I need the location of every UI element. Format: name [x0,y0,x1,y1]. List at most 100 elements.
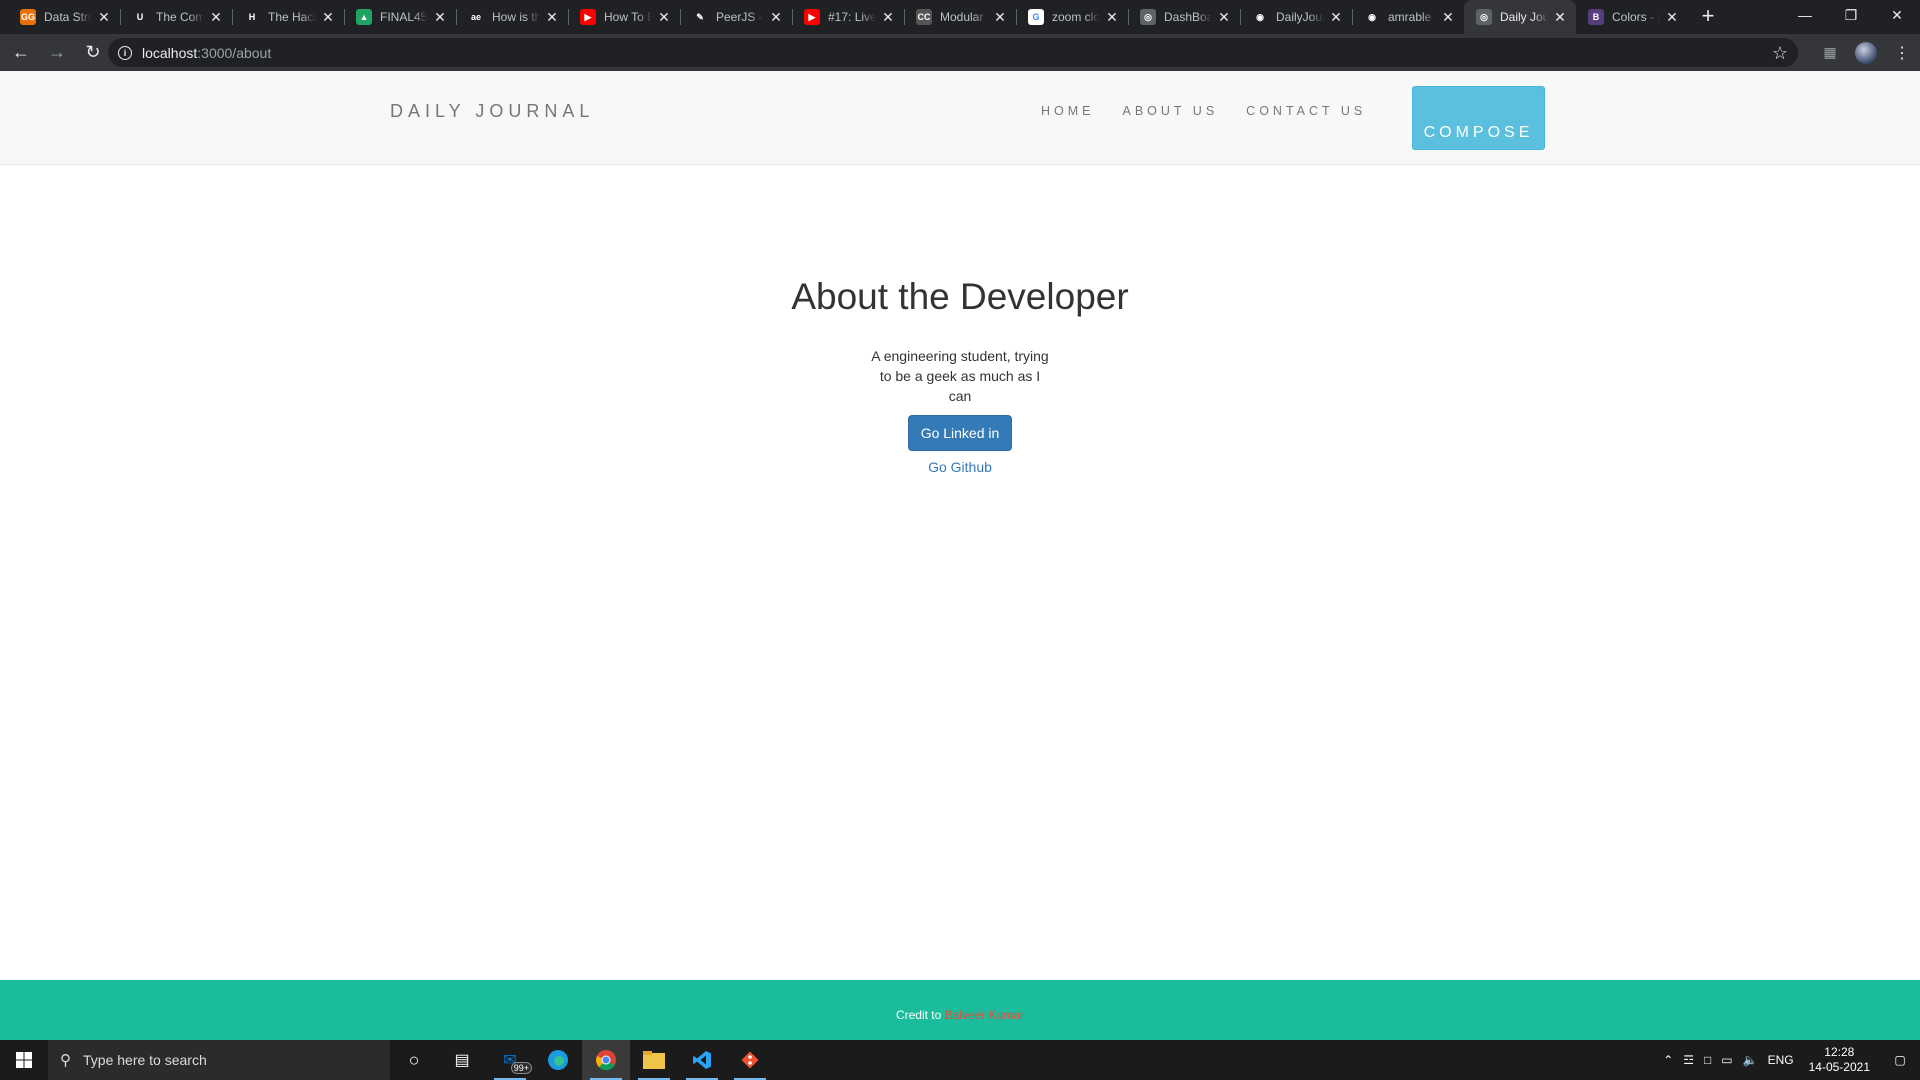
tab-close-icon[interactable]: ✕ [768,9,784,25]
tab-title: The Complete [156,10,204,24]
profile-avatar-wrap[interactable] [1848,38,1884,68]
tab-close-icon[interactable]: ✕ [432,9,448,25]
language-indicator[interactable]: ENG [1763,1053,1799,1067]
notification-icon[interactable]: ▢ [1880,1053,1920,1067]
url-host: localhost [142,44,198,61]
volume-icon[interactable]: 🔈 [1738,1053,1763,1067]
compose-button[interactable]: COMPOSE [1412,86,1545,150]
back-icon[interactable]: ← [6,38,36,68]
browser-tab[interactable]: Gzoom clone ✕ [1016,0,1128,34]
taskbar-search-input[interactable]: ⚲ Type here to search [48,1040,390,1080]
menu-kebab-icon[interactable]: ⋮ [1884,38,1920,68]
file-explorer-icon[interactable] [630,1040,678,1080]
browser-tab[interactable]: U The Complete ✕ [120,0,232,34]
extension-icon[interactable]: ▦ [1812,38,1848,68]
bookmark-star-icon[interactable]: ☆ [1772,43,1788,64]
address-bar[interactable]: i localhost:3000/about ☆ [108,38,1798,67]
browser-tab[interactable]: H The Hackathon ✕ [232,0,344,34]
tab-favicon-icon: ◎ [1476,9,1492,25]
nav-home-link[interactable]: HOME [1041,104,1095,118]
clock-time: 12:28 [1824,1045,1855,1059]
site-brand[interactable]: DAILY JOURNAL [390,101,594,122]
browser-tab[interactable]: GG Data Structures ✕ [8,0,120,34]
tab-close-icon[interactable]: ✕ [1552,9,1568,25]
browser-tab[interactable]: ae How is the ✕ [456,0,568,34]
tab-close-icon[interactable]: ✕ [1104,9,1120,25]
wifi-icon[interactable]: ☲ [1678,1053,1699,1067]
tab-title: The Hackathon [268,10,316,24]
nav-about-link[interactable]: ABOUT US [1123,104,1219,118]
tab-close-icon[interactable]: ✕ [208,9,224,25]
tab-title: How To Build [604,10,652,24]
tab-title: DailyJournal [1276,10,1324,24]
tab-favicon-icon: ✎ [692,9,708,25]
tab-close-icon[interactable]: ✕ [544,9,560,25]
vscode-icon[interactable] [678,1040,726,1080]
tab-close-icon[interactable]: ✕ [1664,9,1680,25]
tab-favicon-icon: ◉ [1364,9,1380,25]
tab-favicon-icon: G [1028,9,1044,25]
browser-tab[interactable]: CC Modular ✕ [904,0,1016,34]
tab-favicon-icon: B [1588,9,1604,25]
device-icon[interactable]: □ [1699,1053,1716,1067]
task-view-icon[interactable]: ▤ [438,1040,486,1080]
linkedin-button[interactable]: Go Linked in [907,415,1013,451]
tab-title: Daily Journal [1500,10,1548,24]
minimize-icon[interactable]: — [1782,0,1828,30]
forward-icon[interactable]: → [42,38,72,68]
close-window-icon[interactable]: ✕ [1874,0,1920,30]
edge-icon[interactable] [534,1040,582,1080]
browser-tab[interactable]: ✎ PeerJS - Simple ✕ [680,0,792,34]
system-tray: ⌃ ☲ □ ▭ 🔈 ENG 12:28 14-05-2021 ▢ [1658,1040,1920,1080]
tab-favicon-icon: ▲ [356,9,372,25]
tray-chevron-up-icon[interactable]: ⌃ [1658,1053,1678,1067]
mail-badge: 99+ [510,1062,532,1074]
browser-tab[interactable]: ◎ Daily Journal ✕ [1464,0,1576,34]
nav-links: HOME ABOUT US CONTACT US [1041,104,1394,118]
browser-tab[interactable]: ◉ DailyJournal ✕ [1240,0,1352,34]
browser-tab[interactable]: ▲ FINAL450 ✕ [344,0,456,34]
tab-favicon-icon: ▶ [580,9,596,25]
credit-name-link[interactable]: Balveer Kumar [945,1008,1024,1022]
browser-tab-strip: GG Data Structures ✕ U The Complete ✕ H The Hac… [0,0,1920,34]
tab-title: How is the [492,10,540,24]
git-kraken-icon[interactable] [726,1040,774,1080]
cortana-icon[interactable]: ○ [390,1040,438,1080]
tab-close-icon[interactable]: ✕ [1328,9,1344,25]
browser-toolbar: ← → ↻ i localhost:3000/about ☆ ▦ ⋮ [0,34,1920,71]
tab-close-icon[interactable]: ✕ [656,9,672,25]
avatar[interactable] [1855,41,1877,64]
about-content: About the Developer A engineering studen… [0,165,1920,475]
clock-date: 14-05-2021 [1808,1060,1870,1074]
windows-start-icon[interactable] [0,1040,48,1080]
tab-title: DashBoard [1164,10,1212,24]
mail-icon[interactable]: ✉ 99+ [486,1040,534,1080]
browser-tab[interactable]: ◉ amrable ✕ [1352,0,1464,34]
chrome-icon[interactable] [582,1040,630,1080]
tab-title: #17: Live [828,10,876,24]
github-link[interactable]: Go Github [0,459,1920,475]
search-placeholder: Type here to search [83,1052,207,1068]
browser-tab[interactable]: ▶ #17: Live ✕ [792,0,904,34]
new-tab-button[interactable]: + [1694,3,1722,31]
site-info-icon[interactable]: i [118,45,132,60]
tab-close-icon[interactable]: ✕ [1440,9,1456,25]
tab-close-icon[interactable]: ✕ [880,9,896,25]
browser-tab[interactable]: ◎ DashBoard ✕ [1128,0,1240,34]
nav-contact-link[interactable]: CONTACT US [1246,104,1366,118]
browser-tab[interactable]: ▶ How To Build ✕ [568,0,680,34]
tab-close-icon[interactable]: ✕ [96,9,112,25]
battery-icon[interactable]: ▭ [1716,1053,1737,1067]
tab-close-icon[interactable]: ✕ [1216,9,1232,25]
page-title: About the Developer [791,276,1129,317]
browser-tab[interactable]: B Colors - Bootstrap ✕ [1576,0,1688,34]
tab-close-icon[interactable]: ✕ [992,9,1008,25]
tab-title: PeerJS - Simple [716,10,764,24]
tab-close-icon[interactable]: ✕ [320,9,336,25]
clock[interactable]: 12:28 14-05-2021 [1799,1045,1880,1075]
window-controls: — ❐ ✕ [1782,0,1920,30]
restore-icon[interactable]: ❐ [1828,0,1874,30]
tab-favicon-icon: H [244,9,260,25]
reload-icon[interactable]: ↻ [78,38,108,68]
search-icon: ⚲ [60,1052,71,1069]
